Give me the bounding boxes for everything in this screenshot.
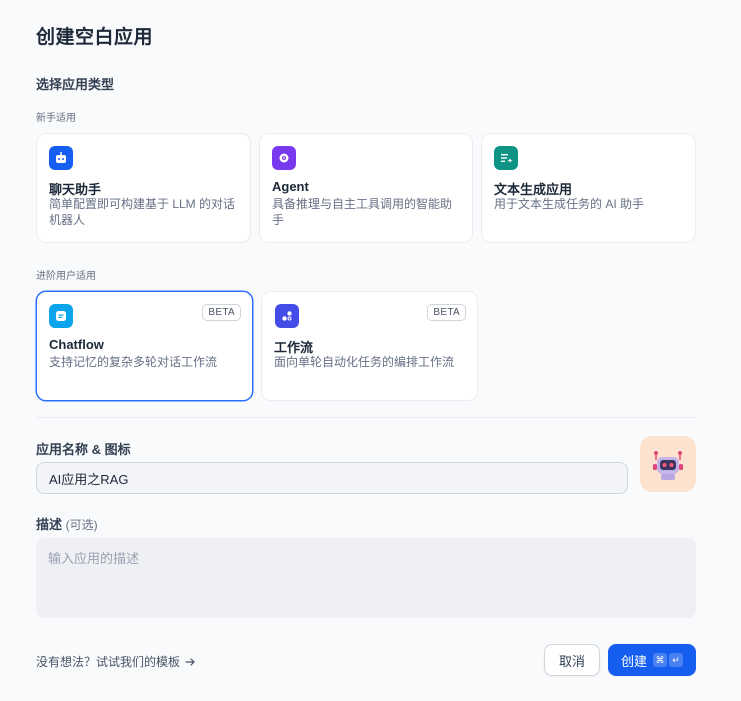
chatflow-icon xyxy=(49,304,73,328)
beta-badge: BETA xyxy=(202,304,241,321)
description-label-text: 描述 xyxy=(36,517,63,532)
beta-badge: BETA xyxy=(427,304,466,321)
optional-hint: (可选) xyxy=(65,518,98,532)
cancel-button[interactable]: 取消 xyxy=(544,644,600,676)
create-app-dialog: 创建空白应用 选择应用类型 新手适用 聊天助手 简单配置即可构建基于 LLM 的… xyxy=(0,0,741,701)
beginner-label: 新手适用 xyxy=(36,113,76,124)
card-description: 具备推理与自主工具调用的智能助手 xyxy=(272,197,453,227)
app-type-card-chat-assistant[interactable]: 聊天助手 简单配置即可构建基于 LLM 的对话机器人 xyxy=(36,133,251,243)
section-divider xyxy=(36,417,696,418)
workflow-icon xyxy=(275,304,299,328)
robot-icon xyxy=(653,451,683,480)
description-input[interactable] xyxy=(36,538,696,618)
dialog-title: 创建空白应用 xyxy=(36,27,154,48)
app-name-input[interactable] xyxy=(36,462,628,494)
keyboard-shortcut: ⌘ ↵ xyxy=(653,653,683,667)
command-key-icon: ⌘ xyxy=(653,653,667,667)
app-type-card-agent[interactable]: Agent 具备推理与自主工具调用的智能助手 xyxy=(259,133,473,243)
app-type-card-chatflow[interactable]: BETA Chatflow 支持记忆的复杂多轮对话工作流 xyxy=(36,291,253,401)
app-icon-picker[interactable] xyxy=(640,436,696,492)
agent-icon xyxy=(272,146,296,170)
create-button-label: 创建 xyxy=(620,653,647,669)
app-type-card-workflow[interactable]: BETA 工作流 面向单轮自动化任务的编排工作流 xyxy=(261,291,478,401)
card-description: 面向单轮自动化任务的编排工作流 xyxy=(274,355,455,369)
card-name: Chatflow xyxy=(49,337,104,352)
advanced-label: 进阶用户适用 xyxy=(36,271,96,282)
description-label: 描述 (可选) xyxy=(36,514,98,533)
template-link-text: 没有想法？试试我们的模板 xyxy=(36,655,181,669)
create-button[interactable]: 创建 ⌘ ↵ xyxy=(608,644,696,676)
chat-bot-icon xyxy=(49,146,73,170)
try-templates-link[interactable]: 没有想法？试试我们的模板 xyxy=(36,653,196,670)
card-name: Agent xyxy=(272,179,309,194)
card-description: 简单配置即可构建基于 LLM 的对话机器人 xyxy=(49,197,236,227)
text-generation-icon xyxy=(494,146,518,170)
arrow-right-icon xyxy=(185,657,195,666)
select-type-heading: 选择应用类型 xyxy=(36,77,115,92)
app-name-label: 应用名称 & 图标 xyxy=(36,442,131,457)
app-type-card-text-generation[interactable]: 文本生成应用 用于文本生成任务的 AI 助手 xyxy=(481,133,696,243)
enter-key-icon: ↵ xyxy=(669,653,683,667)
card-description: 支持记忆的复杂多轮对话工作流 xyxy=(49,355,218,369)
card-description: 用于文本生成任务的 AI 助手 xyxy=(494,197,645,211)
